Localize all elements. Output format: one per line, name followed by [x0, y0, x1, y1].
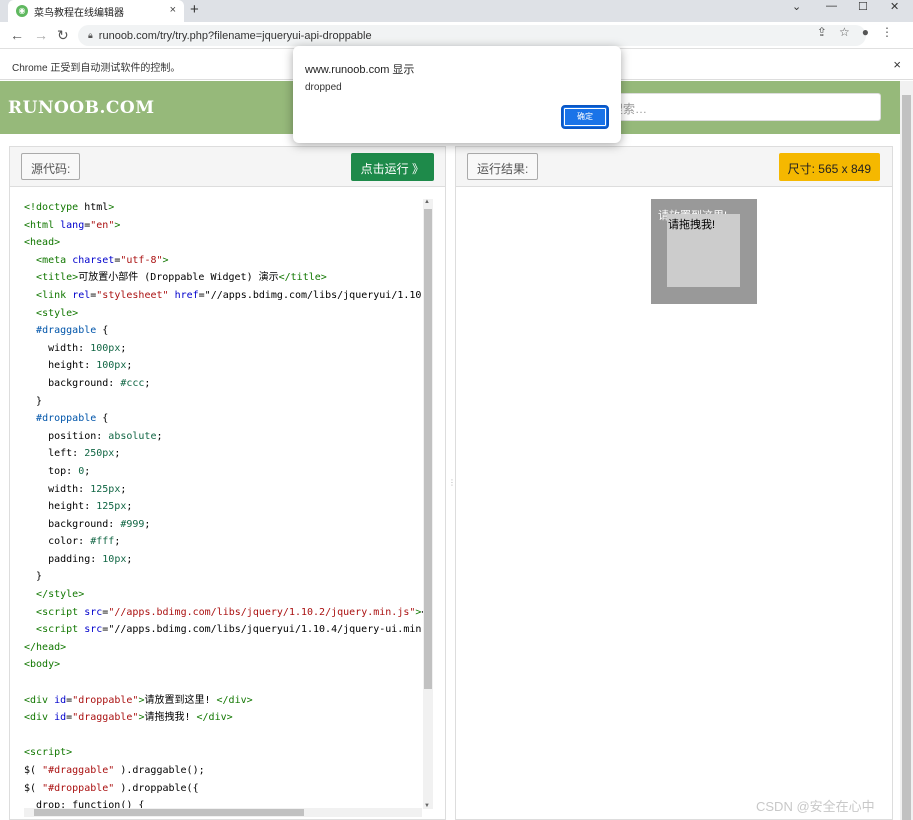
code-line: <script>: [24, 747, 73, 759]
site-logo[interactable]: RUNOOB.COM: [8, 98, 155, 118]
bookmark-star-icon[interactable]: ☆: [839, 25, 850, 39]
tab-search-chevron-icon[interactable]: ⌄: [792, 0, 801, 13]
watermark: CSDN @安全在心中: [756, 799, 875, 814]
maximize-icon[interactable]: ☐: [858, 0, 868, 13]
forward-icon[interactable]: →: [34, 27, 48, 43]
code-scroll-thumb[interactable]: [424, 209, 432, 689]
result-label: 运行结果:: [467, 153, 539, 180]
window-close-icon[interactable]: ✕: [890, 0, 899, 13]
source-label: 源代码:: [21, 153, 81, 180]
source-panel: 源代码: 点击运行 》 <!doctype html> <html lang="e…: [9, 146, 446, 820]
code-line: <meta charset="utf-8">: [36, 254, 169, 266]
code-line: <div id="draggable">请拖拽我! </div>: [24, 712, 233, 724]
code-line: padding: 10px;: [24, 553, 133, 565]
size-badge: 尺寸: 565 x 849: [778, 153, 880, 181]
code-line: <head>: [24, 237, 61, 249]
result-panel-header: 运行结果: 尺寸: 565 x 849: [456, 147, 892, 187]
draggable-box[interactable]: 请拖拽我!: [667, 214, 740, 287]
url-text: runoob.com/try/try.php?filename=jqueryui…: [98, 29, 372, 42]
code-line: position: absolute;: [24, 430, 163, 442]
code-line: $( "#draggable" ).draggable();: [24, 765, 205, 776]
infobar-close-icon[interactable]: ×: [893, 57, 901, 72]
tab-title: 菜鸟教程在线编辑器: [34, 7, 124, 19]
lock-icon: 🔒︎: [88, 30, 93, 40]
run-button[interactable]: 点击运行 》: [350, 153, 434, 181]
dialog-title: www.runoob.com 显示: [305, 64, 415, 76]
code-line: color: #fff;: [24, 536, 121, 548]
code-vertical-scrollbar[interactable]: ▲ ▼: [423, 199, 433, 809]
code-line: <body>: [24, 659, 61, 671]
code-line: }: [24, 395, 43, 407]
code-line: <style>: [36, 307, 79, 319]
code-line: <script src="//apps.bdimg.com/libs/jquer…: [36, 624, 424, 636]
search-input[interactable]: 搜索…: [600, 93, 881, 121]
code-line: <script src="//apps.bdimg.com/libs/jquer…: [36, 606, 424, 618]
result-panel: 运行结果: 尺寸: 565 x 849 请放置到这里! 请拖拽我!: [455, 146, 893, 820]
code-line: <html lang="en">: [24, 219, 121, 231]
code-line: width: 100px;: [24, 342, 127, 354]
code-line: }: [24, 571, 43, 583]
new-tab-icon[interactable]: +: [190, 1, 199, 18]
browser-tab[interactable]: ◉ 菜鸟教程在线编辑器 ×: [8, 0, 184, 22]
code-line: </head>: [24, 641, 67, 653]
minimize-icon[interactable]: —: [826, 0, 837, 12]
tab-close-icon[interactable]: ×: [170, 4, 176, 16]
code-line: background: #ccc;: [24, 377, 151, 389]
profile-avatar-icon[interactable]: ●: [862, 25, 869, 39]
browser-tab-bar: ◉ 菜鸟教程在线编辑器 × + ⌄ — ☐ ✕: [0, 0, 913, 22]
code-line: <div id="droppable">请放置到这里! </div>: [24, 694, 253, 706]
code-line: </style>: [36, 589, 85, 601]
share-icon[interactable]: ⇪: [817, 25, 827, 39]
runoob-favicon-icon: ◉: [16, 5, 28, 17]
code-line: left: 250px;: [24, 448, 121, 460]
code-line: top: 0;: [24, 465, 91, 477]
scroll-up-icon[interactable]: ▲: [424, 199, 430, 205]
reload-icon[interactable]: ↻: [57, 27, 69, 44]
page-scroll-thumb[interactable]: [902, 95, 911, 820]
dialog-message: dropped: [305, 82, 342, 93]
url-actions: ⇪ ☆ ● ⋮: [817, 25, 893, 39]
dialog-ok-button[interactable]: 确定: [561, 105, 609, 129]
code-line: height: 100px;: [24, 360, 133, 372]
code-line: <!doctype html>: [24, 202, 115, 213]
code-editor[interactable]: <!doctype html> <html lang="en"> <head> <m…: [10, 199, 424, 809]
menu-kebab-icon[interactable]: ⋮: [881, 25, 893, 39]
code-horizontal-scrollbar[interactable]: [24, 808, 422, 817]
page-vertical-scrollbar[interactable]: [900, 81, 913, 820]
source-panel-header: 源代码: 点击运行 》: [10, 147, 445, 187]
scroll-down-icon[interactable]: ▼: [424, 803, 430, 809]
code-line: background: #999;: [24, 518, 151, 530]
address-bar: ← → ↻ 🔒︎ runoob.com/try/try.php?filename…: [0, 22, 913, 49]
code-line: #droppable {: [36, 413, 109, 425]
code-line: <link rel="stylesheet" href="//apps.bdim…: [36, 289, 424, 301]
infobar-text: Chrome 正受到自动测试软件的控制。: [12, 63, 181, 74]
code-line: #draggable {: [36, 325, 109, 337]
code-hscroll-thumb[interactable]: [34, 809, 304, 816]
alert-dialog: www.runoob.com 显示 dropped 确定: [293, 46, 621, 143]
code-line: height: 125px;: [24, 501, 133, 513]
code-line: <title>可放置小部件 (Droppable Widget) 演示</tit…: [36, 272, 327, 284]
code-line: $( "#droppable" ).droppable({: [24, 782, 199, 794]
url-input[interactable]: 🔒︎ runoob.com/try/try.php?filename=jquer…: [78, 25, 866, 46]
code-line: width: 125px;: [24, 483, 127, 495]
back-icon[interactable]: ←: [10, 27, 24, 43]
